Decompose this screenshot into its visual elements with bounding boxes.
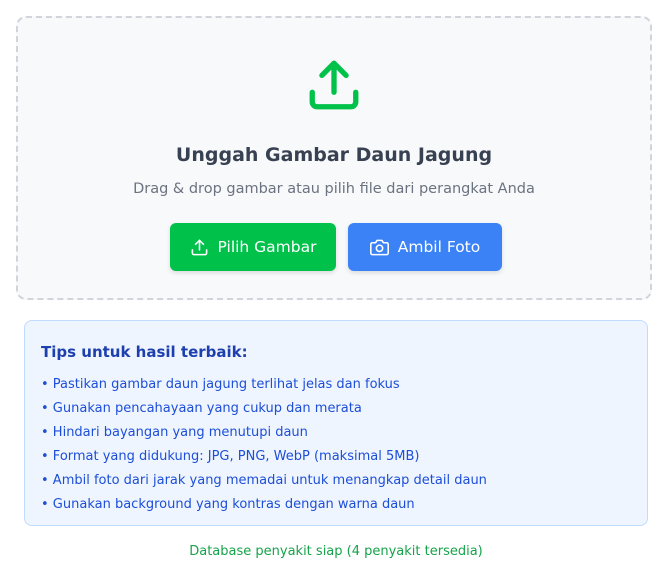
upload-icon [191, 239, 207, 255]
tip-item: • Gunakan pencahayaan yang cukup dan mer… [41, 401, 362, 416]
tip-item: • Hindari bayangan yang menutupi daun [41, 425, 308, 440]
tip-item: • Format yang didukung: JPG, PNG, WebP (… [41, 449, 420, 464]
upload-title: Unggah Gambar Daun Jagung [175, 144, 493, 166]
choose-image-button[interactable]: Pilih Gambar [170, 223, 336, 271]
tips-title: Tips untuk hasil terbaik: [41, 343, 248, 361]
take-photo-button[interactable]: Ambil Foto [348, 223, 502, 271]
upload-dropzone[interactable]: Unggah Gambar Daun Jagung Drag & drop ga… [16, 16, 652, 300]
tip-item: • Gunakan background yang kontras dengan… [41, 497, 415, 512]
upload-icon [309, 60, 359, 110]
tips-panel: Tips untuk hasil terbaik: • Pastikan gam… [24, 320, 648, 526]
take-photo-label: Ambil Foto [397, 238, 481, 256]
camera-icon [369, 239, 389, 255]
tip-item: • Pastikan gambar daun jagung terlihat j… [41, 377, 400, 392]
choose-image-label: Pilih Gambar [217, 238, 317, 256]
upload-subtitle: Drag & drop gambar atau pilih file dari … [133, 181, 535, 197]
tip-item: • Ambil foto dari jarak yang memadai unt… [41, 473, 487, 488]
tips-list: • Pastikan gambar daun jagung terlihat j… [41, 373, 631, 517]
database-status: Database penyakit siap (4 penyakit terse… [189, 544, 483, 559]
